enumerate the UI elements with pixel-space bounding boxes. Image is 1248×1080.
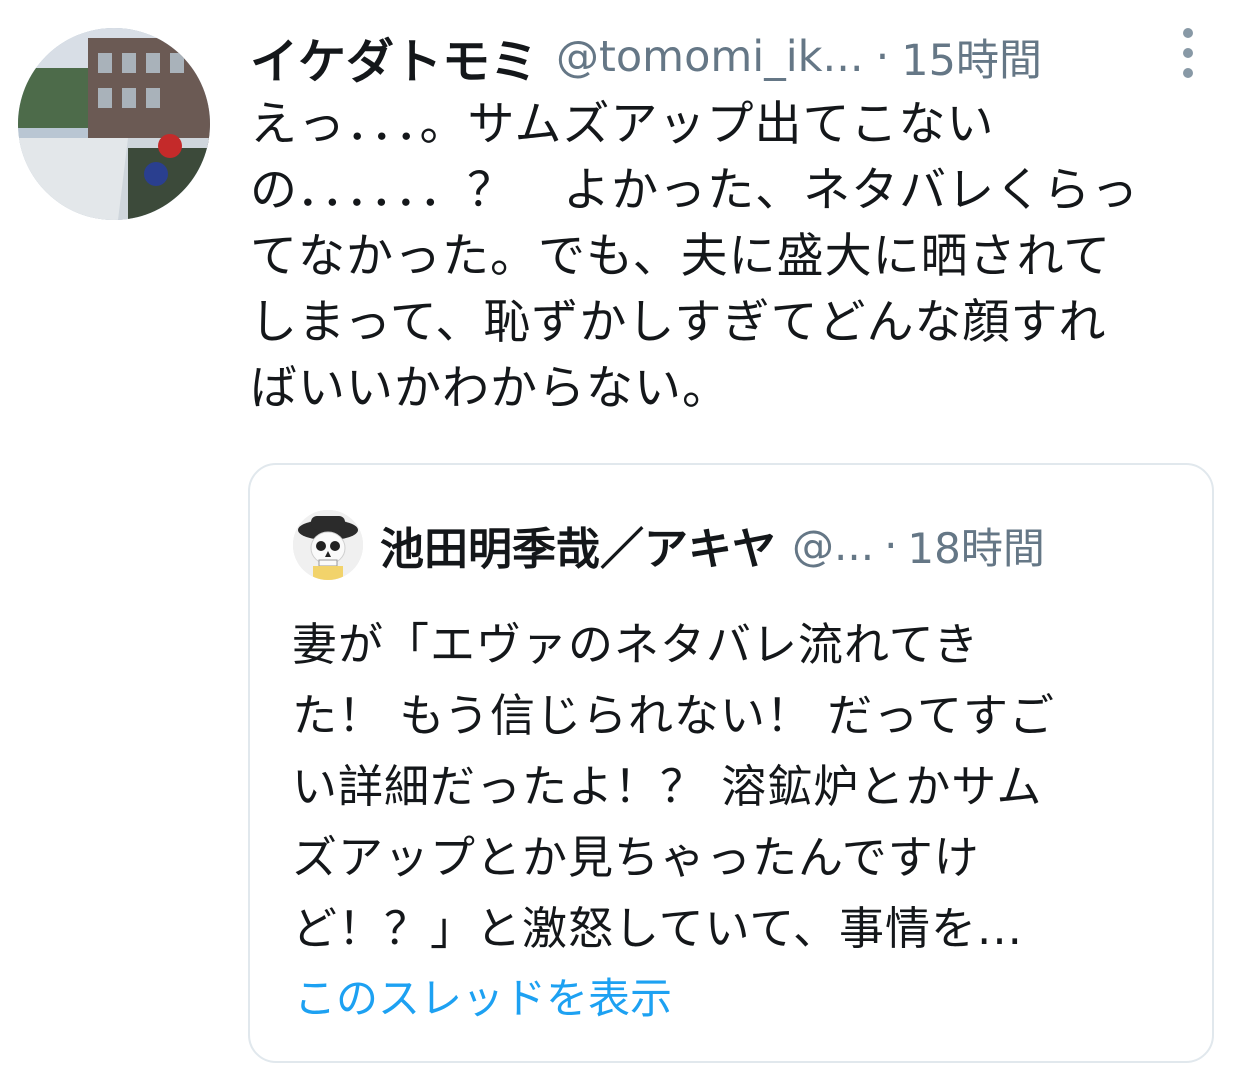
more-vertical-icon[interactable] — [1174, 28, 1202, 78]
quoted-tweet-card[interactable]: 池田明季哉／アキヤ @... · 18時間 妻が「エヴァのネタバレ流れてき た！… — [248, 463, 1214, 1063]
tweet-text-line: の．．．．．．？ よかった、ネタバレくらっ — [250, 163, 1140, 218]
tweet-text-line: ばいいかわからない。 — [250, 361, 730, 416]
quoted-text-line: い詳細だったよ！？ 溶鉱炉とかサム — [292, 760, 1043, 813]
tweet[interactable]: イケダトモミ @tomomi_ik... · 15時間 えっ．．．。サムズアップ… — [0, 0, 1248, 1080]
skull-icon — [293, 510, 363, 580]
separator-dot: · — [884, 520, 898, 570]
quoted-tweet-text: 妻が「エヴァのネタバレ流れてき た！ もう信じられない！ だってすご い詳細だっ… — [292, 609, 1172, 964]
quoted-text-line: た！ もう信じられない！ だってすご — [292, 689, 1056, 742]
quoted-text-line: 妻が「エヴァのネタバレ流れてき — [292, 618, 980, 671]
quoted-text-line: ど！？」と激怒していて、事情を... — [292, 902, 1023, 955]
author-handle[interactable]: @tomomi_ik... — [556, 32, 864, 82]
quoted-tweet-header: 池田明季哉／アキヤ @... · 18時間 — [380, 510, 1200, 580]
tweet-text-line: しまって、恥ずかしすぎてどんな顔すれ — [250, 295, 1107, 350]
quoted-author-name[interactable]: 池田明季哉／アキヤ — [380, 513, 776, 577]
show-thread-link[interactable]: このスレッドを表示 — [294, 965, 672, 1026]
tweet-text-line: えっ．．．。サムズアップ出てこない — [250, 97, 995, 152]
separator-dot: · — [875, 32, 890, 82]
tweet-timestamp[interactable]: 15時間 — [901, 26, 1042, 88]
quoted-tweet-timestamp[interactable]: 18時間 — [907, 515, 1044, 576]
more-dot — [1183, 48, 1193, 58]
avatar-photo — [18, 28, 210, 220]
tweet-header: イケダトモミ @tomomi_ik... · 15時間 — [250, 26, 1210, 90]
quoted-author-handle[interactable]: @... — [792, 521, 874, 570]
more-dot — [1183, 28, 1193, 38]
quoted-text-line: ズアップとか見ちゃったんですけ — [292, 831, 980, 884]
more-dot — [1183, 68, 1193, 78]
tweet-text: えっ．．．。サムズアップ出てこない の．．．．．．？ よかった、ネタバレくらっ … — [250, 92, 1220, 422]
author-name[interactable]: イケダトモミ — [250, 22, 538, 92]
quoted-author-avatar[interactable] — [293, 510, 363, 580]
author-avatar[interactable] — [18, 28, 210, 220]
tweet-text-line: てなかった。でも、夫に盛大に晒されて — [250, 229, 1112, 284]
